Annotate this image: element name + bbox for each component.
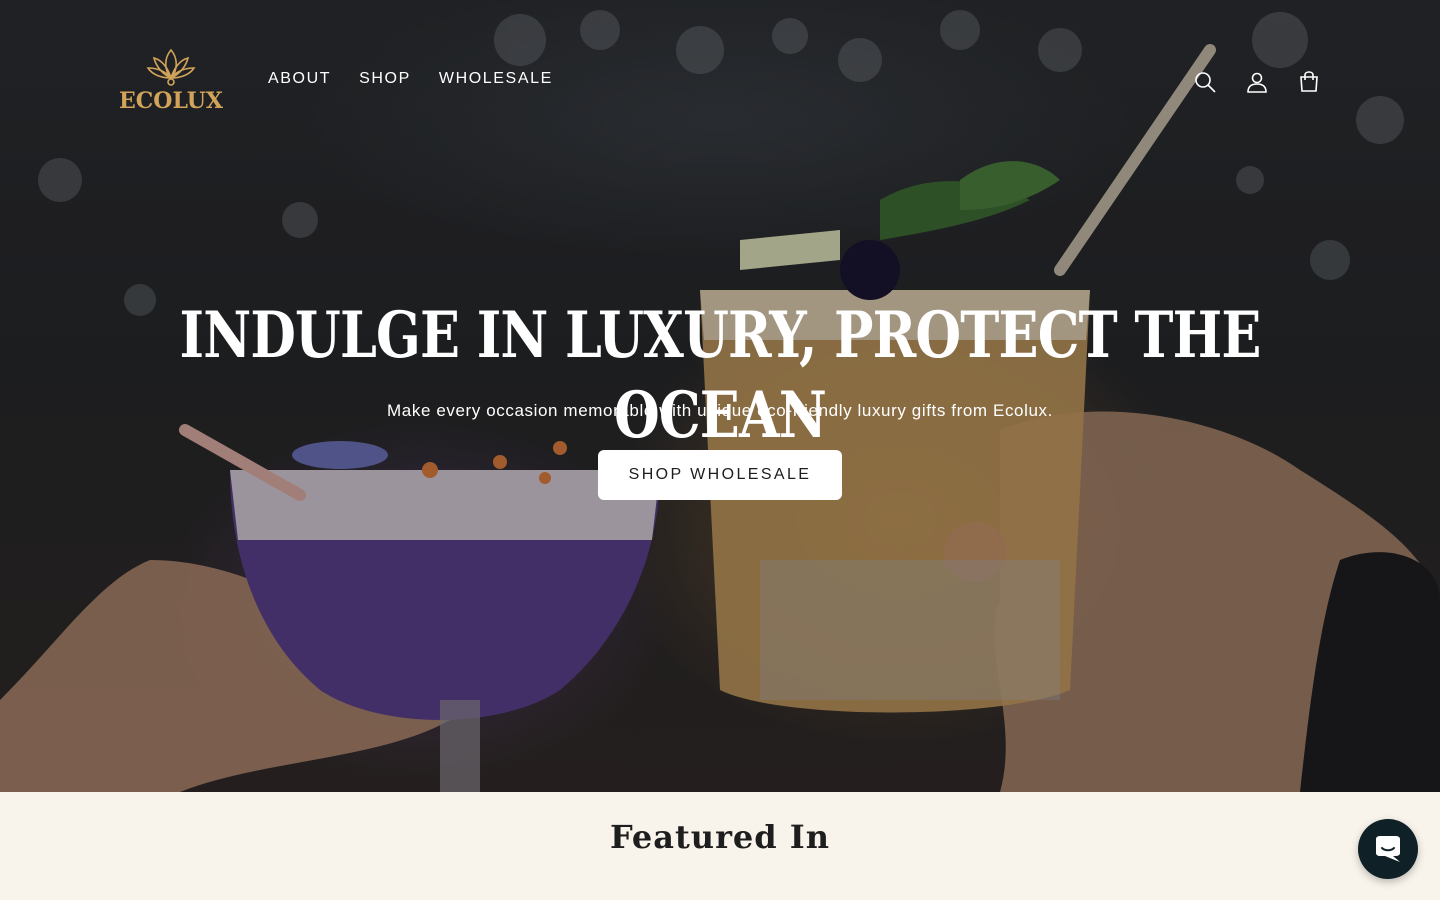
hero-title: INDULGE IN LUXURY, PROTECT THE OCEAN xyxy=(179,298,1261,453)
account-icon[interactable] xyxy=(1242,67,1272,97)
site-header: ECOLUX ABOUT SHOP WHOLESALE xyxy=(0,0,1440,165)
chat-button[interactable] xyxy=(1358,819,1418,879)
chat-icon xyxy=(1376,836,1400,862)
featured-title: Featured In xyxy=(609,818,831,856)
header-actions xyxy=(1190,67,1324,97)
brand-wordmark: ECOLUX xyxy=(119,88,223,114)
main-nav: ABOUT SHOP WHOLESALE xyxy=(268,70,553,88)
nav-item-about[interactable]: ABOUT xyxy=(268,70,331,88)
search-icon[interactable] xyxy=(1190,67,1220,97)
featured-in-section: Featured In xyxy=(0,792,1440,900)
brand-logo[interactable]: ECOLUX xyxy=(116,44,226,116)
cart-icon[interactable] xyxy=(1294,67,1324,97)
nav-item-wholesale[interactable]: WHOLESALE xyxy=(439,70,553,88)
hero-banner: ECOLUX ABOUT SHOP WHOLESALE INDULGE IN L… xyxy=(0,0,1440,792)
shop-wholesale-button[interactable]: SHOP WHOLESALE xyxy=(598,450,842,500)
nav-item-shop[interactable]: SHOP xyxy=(359,70,411,88)
lotus-logo-icon xyxy=(146,48,196,86)
hero-subtitle: Make every occasion memorable with uniqu… xyxy=(387,401,1053,420)
